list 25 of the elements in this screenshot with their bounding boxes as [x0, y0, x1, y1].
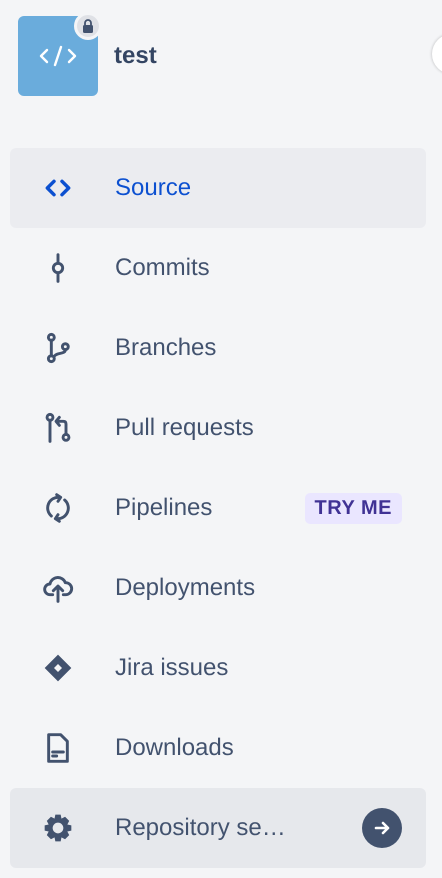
- nav-label: Commits: [115, 254, 210, 282]
- diamond-icon: [42, 652, 74, 684]
- nav-label: Jira issues: [115, 654, 228, 682]
- nav-item[interactable]: Source: [10, 148, 426, 228]
- nav-item[interactable]: Pull requests: [10, 388, 426, 468]
- nav-item[interactable]: Commits: [10, 228, 426, 308]
- nav-item[interactable]: Branches: [10, 308, 426, 388]
- nav-item[interactable]: Deployments: [10, 548, 426, 628]
- nav-label: Deployments: [115, 574, 256, 602]
- nav-label: Source: [115, 174, 192, 202]
- try-me-badge: TRY ME: [304, 492, 402, 524]
- nav-label: Pull requests: [115, 414, 254, 442]
- arrow-button[interactable]: [362, 808, 402, 848]
- gear-icon: [42, 812, 74, 844]
- nav-label: Branches: [115, 334, 216, 362]
- nav-item[interactable]: Jira issues: [10, 628, 426, 708]
- nav-label: Downloads: [115, 734, 234, 762]
- nav-item[interactable]: Pipelines TRY ME: [10, 468, 426, 548]
- repository-name: test: [114, 42, 157, 70]
- nav-item[interactable]: Downloads: [10, 708, 426, 788]
- nav-item[interactable]: Repository se…: [10, 788, 426, 868]
- lock-icon: [82, 19, 94, 33]
- nav-label: Repository se…: [115, 814, 286, 842]
- code-icon: [38, 44, 78, 68]
- nav-label: Pipelines: [115, 494, 212, 522]
